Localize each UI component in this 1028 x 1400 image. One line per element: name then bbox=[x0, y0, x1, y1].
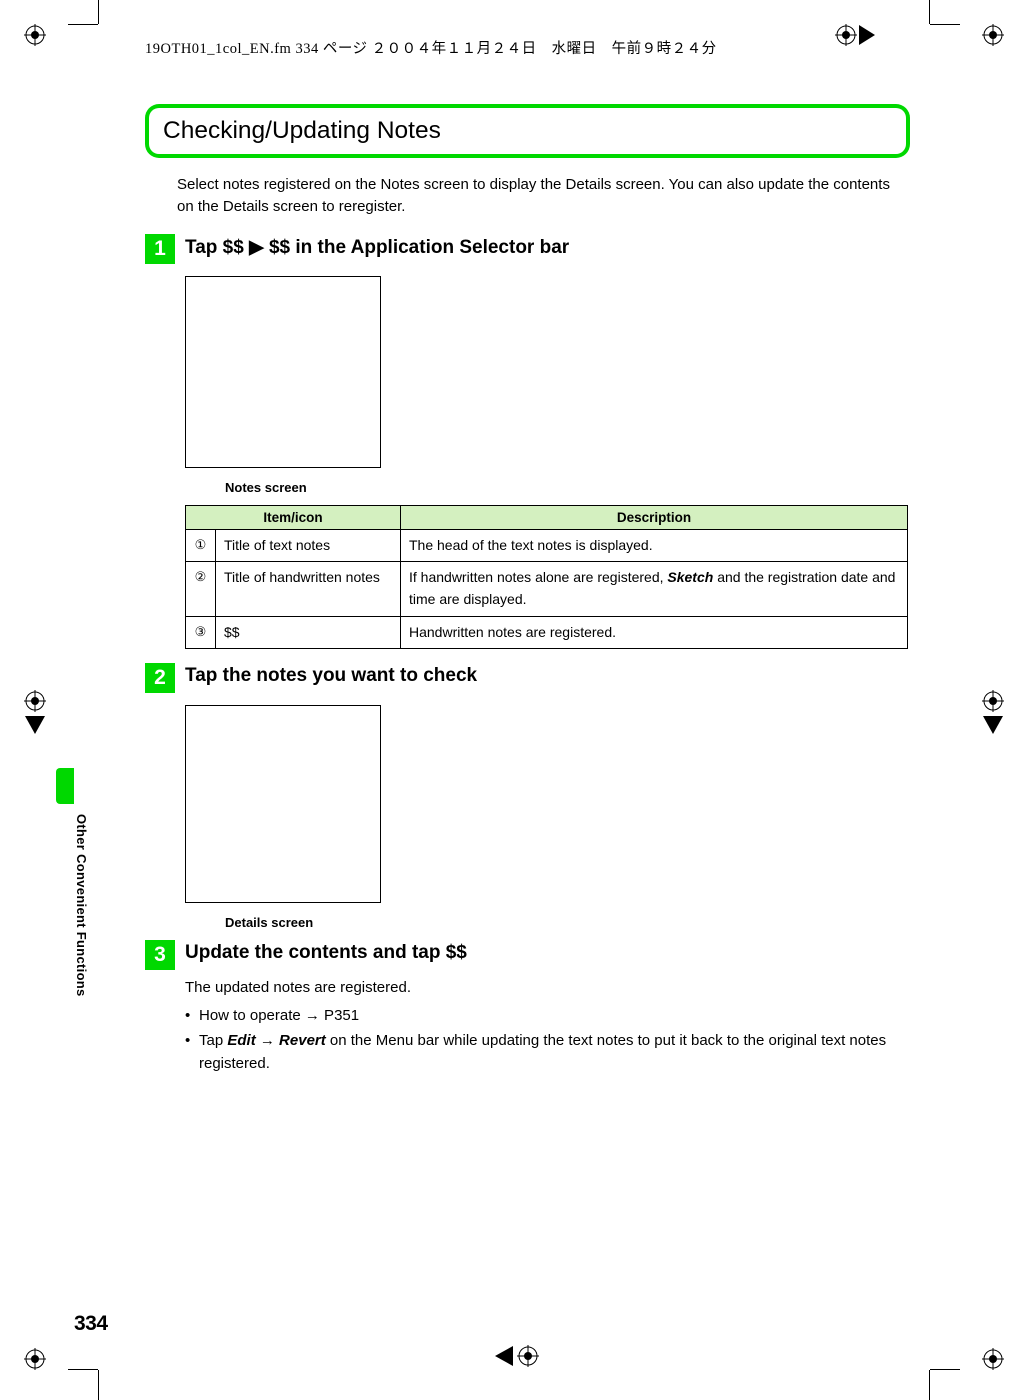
step-3-title: Update the contents and tap $$ bbox=[185, 940, 467, 964]
registration-mark-icon bbox=[978, 690, 1008, 739]
bullet-revert: Tap Edit → Revert on the Menu bar while … bbox=[185, 1029, 910, 1076]
step-2: 2 Tap the notes you want to check bbox=[145, 663, 910, 693]
table-row: ② Title of handwritten notes If handwrit… bbox=[186, 562, 908, 616]
side-tab-marker bbox=[56, 768, 74, 804]
notes-screen-placeholder bbox=[185, 276, 381, 468]
item-description-table: Item/icon Description ① Title of text no… bbox=[185, 505, 908, 650]
step-1: 1 Tap $$ ▶ $$ in the Application Selecto… bbox=[145, 234, 910, 264]
triangle-right-icon: ▶ bbox=[249, 237, 264, 258]
intro-paragraph: Select notes registered on the Notes scr… bbox=[177, 174, 910, 218]
details-screen-caption: Details screen bbox=[225, 915, 910, 930]
step-number-badge: 2 bbox=[145, 663, 175, 693]
registration-mark-icon bbox=[24, 1348, 46, 1370]
bullet-how-to-operate: How to operate → P351 bbox=[185, 1004, 910, 1027]
registration-mark-icon bbox=[24, 24, 46, 46]
registration-mark-icon bbox=[982, 24, 1004, 46]
notes-screen-caption: Notes screen bbox=[225, 480, 910, 495]
table-row: ① Title of text notes The head of the te… bbox=[186, 529, 908, 562]
step-1-title: Tap $$ ▶ $$ in the Application Selector … bbox=[185, 234, 569, 259]
step-number-badge: 1 bbox=[145, 234, 175, 264]
registration-mark-icon bbox=[982, 1348, 1004, 1370]
step-3-body: The updated notes are registered. How to… bbox=[185, 976, 910, 1075]
step-3: 3 Update the contents and tap $$ bbox=[145, 940, 910, 970]
section-heading-bar: Checking/Updating Notes bbox=[145, 104, 910, 158]
registration-mark-icon bbox=[835, 24, 857, 46]
table-header-item: Item/icon bbox=[186, 505, 401, 529]
table-row: ③ $$ Handwritten notes are registered. bbox=[186, 616, 908, 649]
details-screen-placeholder bbox=[185, 705, 381, 903]
section-title: Checking/Updating Notes bbox=[163, 117, 441, 145]
step-2-title: Tap the notes you want to check bbox=[185, 663, 477, 687]
header-filepath: 19OTH01_1col_EN.fm 334 ページ ２００４年１１月２４日 水… bbox=[145, 37, 717, 58]
registration-mark-icon bbox=[20, 690, 50, 739]
step-number-badge: 3 bbox=[145, 940, 175, 970]
table-header-description: Description bbox=[401, 505, 908, 529]
side-section-label: Other Convenient Functions bbox=[74, 814, 89, 997]
registration-mark-icon bbox=[495, 1341, 539, 1376]
page-number: 334 bbox=[74, 1312, 108, 1336]
